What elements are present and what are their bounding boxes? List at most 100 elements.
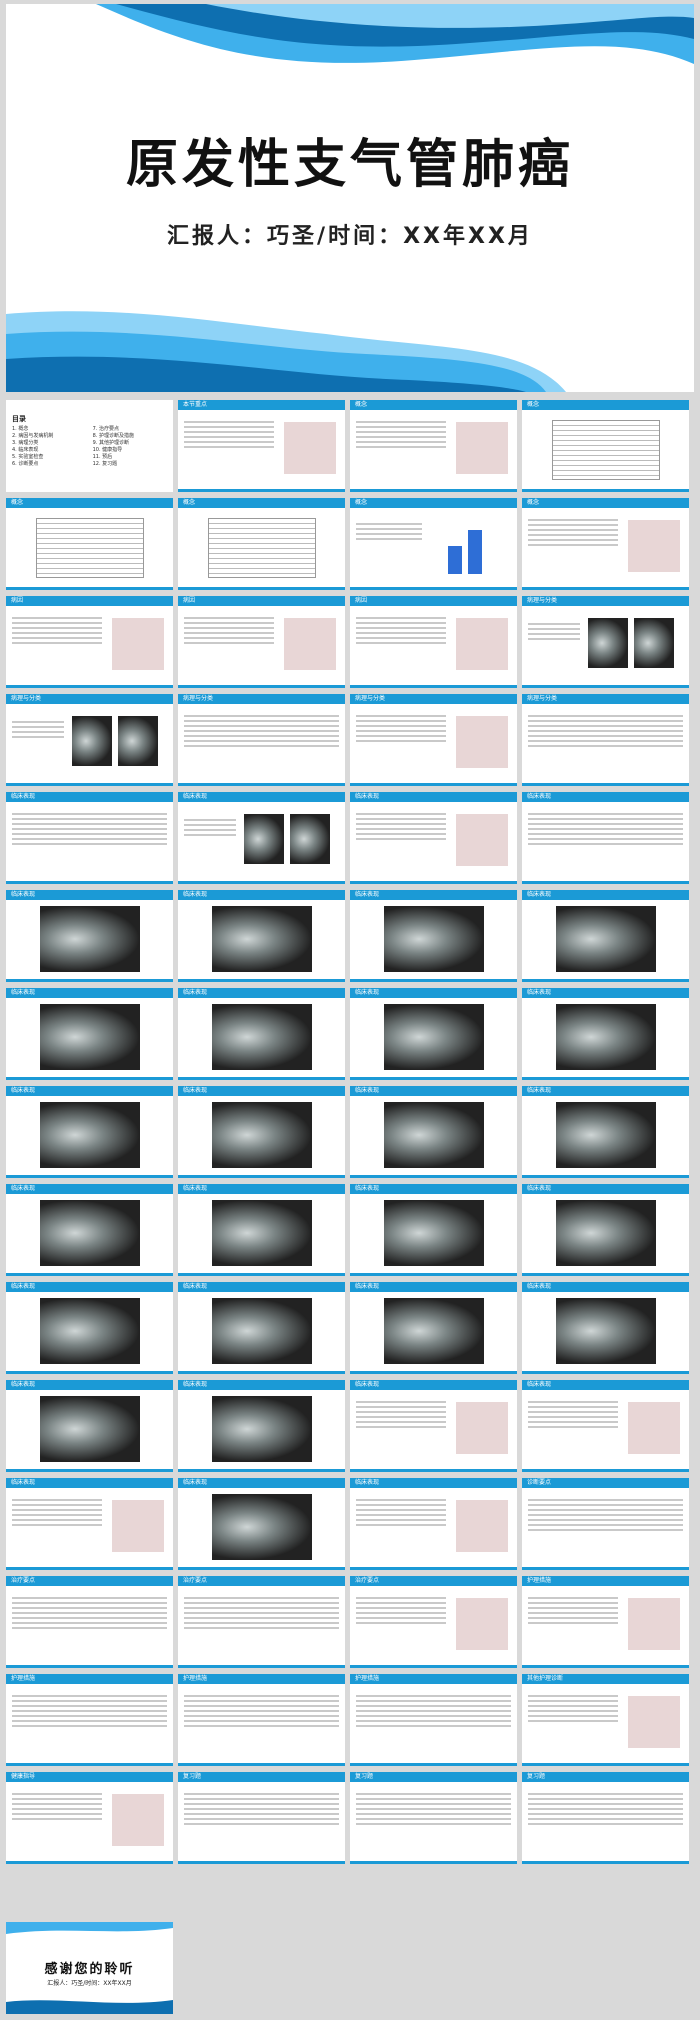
slide-thumbnail[interactable]: 临床表现: [6, 1282, 173, 1374]
slide-thumbnail[interactable]: 复习题: [522, 1772, 689, 1864]
slide-title-bar: 临床表现: [178, 1282, 345, 1292]
illustration-image: [456, 716, 508, 768]
slide-thumbnail[interactable]: 其他护理诊断: [522, 1674, 689, 1766]
text-block: [356, 520, 422, 543]
xray-image: [588, 618, 628, 668]
xray-image: [556, 1298, 656, 1364]
slide-thumbnail[interactable]: 临床表现: [6, 1380, 173, 1472]
toc-slide[interactable]: 目录 1. 概念 2. 病因与发病机制 3. 病理分类 4. 临床表现 5. 实…: [6, 400, 173, 492]
slide-title-bar: 病理与分类: [522, 694, 689, 704]
slide-thumbnail[interactable]: 临床表现: [522, 1380, 689, 1472]
slide-thumbnail[interactable]: 临床表现: [178, 792, 345, 884]
slide-thumbnail[interactable]: 复习题: [350, 1772, 517, 1864]
slide-title-bar: 临床表现: [350, 1282, 517, 1292]
slide-thumbnail[interactable]: 护理措施: [178, 1674, 345, 1766]
slide-footer-bar: [178, 1861, 345, 1864]
xray-image: [212, 1102, 312, 1168]
slide-thumbnail[interactable]: 临床表现: [350, 1380, 517, 1472]
slide-thumbnail[interactable]: 临床表现: [6, 988, 173, 1080]
slide-title-bar: 临床表现: [178, 890, 345, 900]
slide-thumbnail[interactable]: 概念: [522, 400, 689, 492]
slide-title-bar: 临床表现: [350, 890, 517, 900]
slide-thumbnail[interactable]: 临床表现: [522, 1282, 689, 1374]
slide-thumbnail[interactable]: 概念: [6, 498, 173, 590]
slide-thumbnail[interactable]: 护理措施: [350, 1674, 517, 1766]
cover-slide[interactable]: 原发性支气管肺癌 汇报人：巧圣/时间：XX年XX月: [6, 4, 694, 392]
slide-thumbnail[interactable]: 治疗要点: [6, 1576, 173, 1668]
slide-footer-bar: [178, 1175, 345, 1178]
slide-thumbnail[interactable]: 护理措施: [522, 1576, 689, 1668]
slide-thumbnail[interactable]: 临床表现: [178, 890, 345, 982]
slide-thumbnail[interactable]: 复习题: [178, 1772, 345, 1864]
slide-thumbnail[interactable]: 临床表现: [6, 890, 173, 982]
slide-thumbnail[interactable]: 临床表现: [178, 1478, 345, 1570]
slide-thumbnail[interactable]: 临床表现: [6, 1478, 173, 1570]
slide-footer-bar: [522, 1763, 689, 1766]
slide-thumbnail[interactable]: 病理与分类: [350, 694, 517, 786]
slide-thumbnail[interactable]: 健康指导: [6, 1772, 173, 1864]
slide-thumbnail[interactable]: 临床表现: [178, 988, 345, 1080]
slide-title: 概念: [355, 499, 368, 506]
slide-thumbnail[interactable]: 临床表现: [350, 1086, 517, 1178]
slide-thumbnail[interactable]: 临床表现: [350, 1184, 517, 1276]
slide-thumbnail[interactable]: 概念: [350, 498, 517, 590]
slide-thumbnail[interactable]: 临床表现: [6, 1184, 173, 1276]
slide-thumbnail[interactable]: 概念: [178, 498, 345, 590]
slide-thumbnail[interactable]: 临床表现: [350, 792, 517, 884]
slide-thumbnail[interactable]: 临床表现: [522, 890, 689, 982]
slide-title: 临床表现: [527, 1185, 552, 1192]
slide-title-bar: 概念: [522, 400, 689, 410]
slide-thumbnail[interactable]: 概念: [522, 498, 689, 590]
slide-footer-bar: [6, 979, 173, 982]
slide-thumbnail[interactable]: 病理与分类: [178, 694, 345, 786]
slide-thumbnail[interactable]: 临床表现: [522, 1184, 689, 1276]
slide-title-bar: 临床表现: [6, 1478, 173, 1488]
slide-footer-bar: [350, 1469, 517, 1472]
slide-thumbnail[interactable]: 临床表现: [350, 890, 517, 982]
cover-title: 原发性支气管肺癌: [125, 135, 574, 195]
xray-image: [290, 814, 330, 864]
slide-thumbnail[interactable]: 病理与分类: [6, 694, 173, 786]
slide-thumbnail[interactable]: 临床表现: [350, 1282, 517, 1374]
slide-thumbnail[interactable]: 诊断要点: [522, 1478, 689, 1570]
slide-thumbnail[interactable]: 临床表现: [350, 1478, 517, 1570]
xray-image: [40, 906, 140, 972]
slide-title: 治疗要点: [183, 1577, 208, 1584]
slide-thumbnail[interactable]: 临床表现: [522, 1086, 689, 1178]
slide-thumbnail[interactable]: 病因: [6, 596, 173, 688]
slide-thumbnail[interactable]: 病理与分类: [522, 694, 689, 786]
slide-title: 临床表现: [11, 1479, 36, 1486]
slide-title-bar: 概念: [350, 400, 517, 410]
slide-thumbnail[interactable]: 病因: [178, 596, 345, 688]
slide-footer-bar: [522, 1665, 689, 1668]
slide-thumbnail[interactable]: 临床表现: [178, 1086, 345, 1178]
slide-thumbnail[interactable]: 临床表现: [350, 988, 517, 1080]
slide-thumbnail[interactable]: 病理与分类: [522, 596, 689, 688]
slide-thumbnail[interactable]: 护理措施: [6, 1674, 173, 1766]
slide-title-bar: 临床表现: [350, 1380, 517, 1390]
slide-thumbnail[interactable]: 临床表现: [522, 988, 689, 1080]
slide-thumbnail[interactable]: 临床表现: [522, 792, 689, 884]
toc-item: 7. 治疗要点: [92, 426, 119, 432]
slide-thumbnail[interactable]: 概念: [350, 400, 517, 492]
slide-footer-bar: [350, 1175, 517, 1178]
slide-thumbnail[interactable]: 病因: [350, 596, 517, 688]
slide-title: 临床表现: [183, 1283, 208, 1290]
slide-footer-bar: [522, 489, 689, 492]
slide-footer-bar: [522, 979, 689, 982]
slide-thumbnail[interactable]: 临床表现: [6, 1086, 173, 1178]
slide-footer-bar: [6, 1273, 173, 1276]
slide-thumbnail[interactable]: 本节重点: [178, 400, 345, 492]
slide-thumbnail[interactable]: 临床表现: [6, 792, 173, 884]
slide-footer-bar: [178, 979, 345, 982]
slide-footer-bar: [178, 489, 345, 492]
thanks-slide[interactable]: 感谢您的聆听 汇报人：巧圣/时间：XX年XX月: [6, 1922, 173, 2014]
xray-image: [556, 1004, 656, 1070]
slide-footer-bar: [178, 1371, 345, 1374]
slide-thumbnail[interactable]: 临床表现: [178, 1184, 345, 1276]
slide-thumbnail[interactable]: 临床表现: [178, 1282, 345, 1374]
slide-thumbnail[interactable]: 治疗要点: [350, 1576, 517, 1668]
xray-image: [40, 1102, 140, 1168]
slide-thumbnail[interactable]: 治疗要点: [178, 1576, 345, 1668]
slide-thumbnail[interactable]: 临床表现: [178, 1380, 345, 1472]
